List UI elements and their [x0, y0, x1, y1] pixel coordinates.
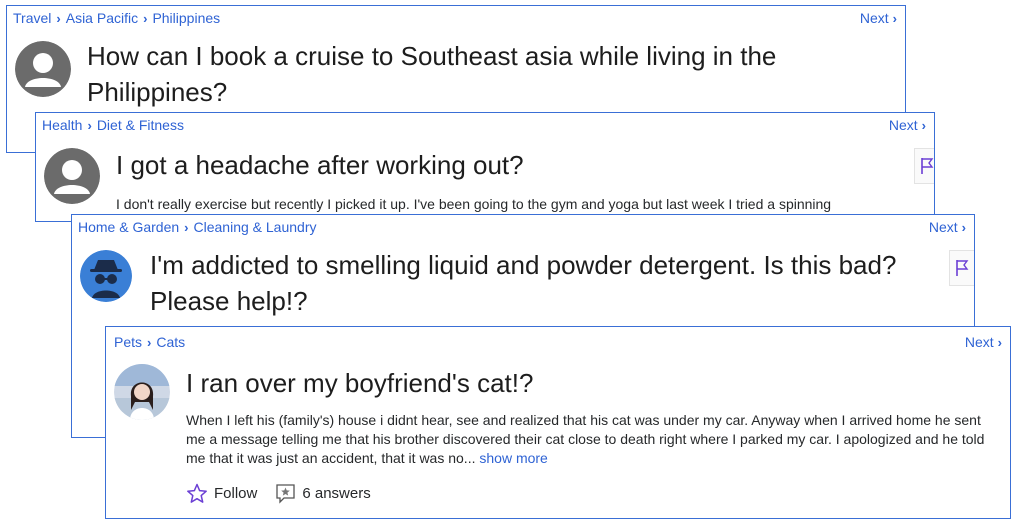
breadcrumb-item[interactable]: Cats	[156, 334, 185, 350]
chevron-right-icon: ›	[997, 335, 1002, 350]
next-label[interactable]: Next	[965, 334, 994, 350]
breadcrumb-item[interactable]: Health	[42, 117, 82, 133]
question-title[interactable]: I got a headache after working out?	[116, 147, 896, 183]
breadcrumb: Health › Diet & Fitness	[42, 117, 184, 133]
chevron-right-icon: ›	[56, 10, 61, 26]
chevron-right-icon: ›	[184, 219, 189, 235]
next-label[interactable]: Next	[929, 219, 958, 235]
chevron-right-icon: ›	[961, 220, 966, 235]
breadcrumb-item[interactable]: Pets	[114, 334, 142, 350]
next-link[interactable]: Next ›	[965, 334, 1002, 350]
question-title[interactable]: I ran over my boyfriend's cat!?	[186, 365, 986, 401]
report-flag-button[interactable]	[949, 250, 974, 286]
chevron-right-icon: ›	[921, 118, 926, 133]
report-flag-button[interactable]	[914, 148, 934, 184]
question-body: I don't really exercise but recently I p…	[116, 196, 832, 212]
breadcrumb-item[interactable]: Cleaning & Laundry	[194, 219, 317, 235]
default-user-icon	[15, 41, 71, 97]
question-card-headache[interactable]: Health › Diet & Fitness Next › I got a he…	[35, 112, 935, 222]
follow-button[interactable]: Follow	[186, 483, 257, 504]
chevron-right-icon: ›	[87, 117, 92, 133]
breadcrumb-item[interactable]: Travel	[13, 10, 51, 26]
breadcrumb-item[interactable]: Diet & Fitness	[97, 117, 184, 133]
chevron-right-icon: ›	[147, 334, 152, 350]
next-link[interactable]: Next ›	[889, 117, 926, 133]
default-user-icon	[44, 148, 100, 204]
question-body-text: When I left his (family's) house i didnt…	[186, 412, 985, 466]
next-link[interactable]: Next ›	[929, 219, 966, 235]
avatar[interactable]	[80, 250, 132, 302]
star-outline-icon	[187, 483, 207, 503]
show-more-link[interactable]: show more	[479, 450, 547, 466]
question-card-cat[interactable]: Pets › Cats Next › I ran over my boyfrien…	[105, 326, 1011, 519]
question-title[interactable]: How can I book a cruise to Southeast asi…	[87, 38, 887, 110]
next-label[interactable]: Next	[889, 117, 918, 133]
avatar[interactable]	[114, 364, 170, 420]
next-label[interactable]: Next	[860, 10, 889, 26]
question-title[interactable]: I'm addicted to smelling liquid and powd…	[150, 247, 910, 319]
flag-icon	[921, 158, 934, 174]
breadcrumb: Pets › Cats	[114, 334, 185, 350]
answer-icon	[276, 484, 296, 504]
breadcrumb-item[interactable]: Philippines	[152, 10, 220, 26]
chevron-right-icon: ›	[143, 10, 148, 26]
answers-label[interactable]: 6 answers	[302, 485, 370, 502]
incognito-avatar-icon	[80, 250, 132, 302]
next-link[interactable]: Next ›	[860, 10, 897, 26]
chevron-right-icon: ›	[892, 11, 897, 26]
question-actions: Follow 6 answers	[186, 483, 371, 504]
avatar[interactable]	[15, 41, 71, 97]
breadcrumb-item[interactable]: Home & Garden	[78, 219, 179, 235]
answers-count[interactable]: 6 answers	[275, 483, 371, 504]
profile-photo-icon	[114, 364, 170, 420]
breadcrumb-item[interactable]: Asia Pacific	[66, 10, 138, 26]
avatar[interactable]	[44, 148, 100, 204]
question-body: When I left his (family's) house i didnt…	[186, 411, 1001, 468]
follow-label[interactable]: Follow	[214, 485, 257, 502]
breadcrumb: Travel › Asia Pacific › Philippines	[13, 10, 220, 26]
breadcrumb: Home & Garden › Cleaning & Laundry	[78, 219, 317, 235]
flag-icon	[956, 260, 969, 276]
